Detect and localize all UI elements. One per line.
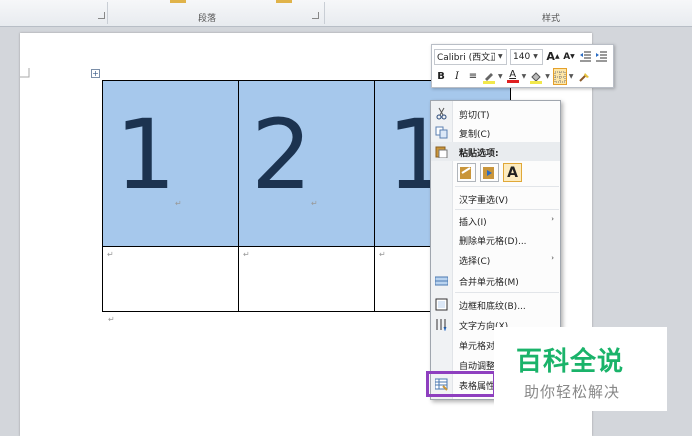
- menu-item-label: 汉字重选(V): [459, 196, 509, 206]
- paragraph-dialog-launcher-icon[interactable]: [312, 12, 319, 19]
- cell-end-mark: ↵: [311, 199, 318, 208]
- watermark: 百科全说 助你轻松解决: [494, 327, 667, 411]
- margin-corner-mark: [20, 68, 30, 78]
- ribbon-icon-fragment: [276, 0, 292, 3]
- menu-separator: [455, 209, 559, 210]
- paste-text-icon: A: [507, 164, 518, 181]
- menu-item-insert[interactable]: 插入(I) ›: [431, 211, 560, 230]
- italic-icon: I: [455, 71, 459, 82]
- menu-item-label: 粘贴选项:: [459, 149, 499, 159]
- watermark-subtitle: 助你轻松解决: [524, 383, 621, 401]
- paragraph-mark: ↵: [108, 315, 115, 324]
- menu-item-label: 合并单元格(M): [459, 278, 519, 288]
- ribbon-icon-fragment: [170, 0, 186, 3]
- decrease-indent-button[interactable]: [578, 48, 592, 65]
- group-separator: [324, 2, 325, 24]
- menu-item-merge-cells[interactable]: 合并单元格(M): [431, 271, 560, 290]
- grow-font-button[interactable]: A ▲: [546, 48, 560, 65]
- menu-item-borders-shading[interactable]: 边框和底纹(B)...: [431, 295, 560, 314]
- highlight-button[interactable]: [482, 68, 496, 85]
- cell-number: 2: [251, 99, 313, 211]
- menu-item-select[interactable]: 选择(C) ›: [431, 250, 560, 269]
- mini-toolbar: Calibri (西文正 ▼ 140 ▼ A▲ A▼ B I ≡ ▼ A ▼: [431, 44, 614, 88]
- paste-keep-formatting-button[interactable]: [457, 163, 476, 182]
- chevron-down-icon[interactable]: ▼: [569, 73, 574, 80]
- paste-options-row: A: [457, 163, 526, 182]
- highlight-annotation: [426, 371, 496, 397]
- borders-icon: [435, 298, 448, 311]
- cell-end-mark: ↵: [243, 250, 250, 259]
- shrink-font-icon: A: [563, 51, 571, 62]
- shrink-font-button[interactable]: A ▼: [562, 48, 576, 65]
- submenu-arrow-icon: ›: [551, 215, 554, 223]
- increase-indent-button[interactable]: [594, 48, 608, 65]
- bold-icon: B: [437, 71, 445, 82]
- highlighter-icon: [483, 72, 495, 84]
- chevron-down-icon: ▼: [498, 53, 503, 60]
- menu-item-reconvert[interactable]: 汉字重选(V): [431, 189, 560, 208]
- italic-button[interactable]: I: [450, 68, 464, 85]
- paste-merge-formatting-button[interactable]: [480, 163, 499, 182]
- font-color-icon: A: [509, 69, 517, 80]
- styles-group-label: 样式: [542, 14, 561, 24]
- dialog-launcher-icon[interactable]: [98, 12, 105, 19]
- table-cell[interactable]: 1 ↵: [102, 80, 239, 247]
- chevron-down-icon[interactable]: ▼: [545, 73, 550, 80]
- menu-item-label: 剪切(T): [459, 111, 490, 121]
- ribbon: 段落 样式: [0, 0, 692, 27]
- format-painter-icon: [578, 72, 589, 82]
- format-painter-button[interactable]: [577, 68, 591, 85]
- menu-separator: [455, 292, 559, 293]
- scissors-icon: [436, 107, 447, 120]
- font-name-value: Calibri (西文正: [437, 53, 495, 63]
- font-size-combo[interactable]: 140 ▼: [510, 48, 543, 65]
- paste-keep-source-icon: [460, 167, 471, 179]
- group-separator: [107, 2, 108, 24]
- submenu-arrow-icon: ›: [551, 254, 554, 262]
- paste-text-only-button[interactable]: A: [503, 163, 522, 182]
- decrease-indent-icon: [580, 51, 591, 62]
- menu-item-label: 插入(I): [459, 218, 487, 228]
- text-direction-icon: [436, 319, 447, 331]
- menu-item-label: 删除单元格(D)...: [459, 237, 527, 247]
- paste-merge-icon: [483, 167, 494, 179]
- grow-font-icon: A: [546, 50, 555, 63]
- chevron-down-icon[interactable]: ▼: [522, 73, 527, 80]
- copy-icon: [435, 126, 448, 139]
- align-center-icon: ≡: [468, 71, 478, 82]
- bold-button[interactable]: B: [434, 68, 448, 85]
- cell-number: 1: [115, 99, 177, 211]
- cell-end-mark: ↵: [379, 250, 386, 259]
- cell-end-mark: ↵: [175, 199, 182, 208]
- table-move-handle-icon[interactable]: +: [91, 69, 100, 78]
- menu-item-label: 复制(C): [459, 130, 491, 140]
- menu-separator: [455, 186, 559, 187]
- font-size-value: 140: [513, 51, 531, 62]
- paragraph-group-label: 段落: [198, 14, 217, 24]
- table-borders-icon: [554, 71, 566, 82]
- menu-item-label: 选择(C): [459, 257, 491, 267]
- menu-item-copy[interactable]: 复制(C): [431, 123, 560, 142]
- table-cell[interactable]: ↵: [102, 246, 239, 312]
- paint-bucket-icon: [530, 71, 543, 84]
- font-color-button[interactable]: A: [506, 68, 520, 85]
- menu-item-delete-cells[interactable]: 删除单元格(D)...: [431, 230, 560, 249]
- cell-end-mark: ↵: [107, 250, 114, 259]
- chevron-down-icon: ▼: [533, 53, 538, 60]
- paste-icon: [435, 146, 448, 158]
- font-name-combo[interactable]: Calibri (西文正 ▼: [434, 48, 507, 65]
- table-cell[interactable]: 2 ↵: [238, 80, 375, 247]
- watermark-title: 百科全说: [516, 347, 625, 377]
- center-align-button[interactable]: ≡: [466, 68, 480, 85]
- merge-cells-icon: [435, 276, 448, 286]
- menu-item-label: 边框和底纹(B)...: [459, 302, 526, 312]
- increase-indent-icon: [596, 51, 607, 62]
- menu-section-paste-options: 粘贴选项:: [431, 142, 560, 161]
- shading-button[interactable]: [529, 68, 543, 85]
- chevron-down-icon[interactable]: ▼: [498, 73, 503, 80]
- table-cell[interactable]: ↵: [238, 246, 375, 312]
- menu-item-cut[interactable]: 剪切(T): [431, 104, 560, 123]
- borders-button[interactable]: [552, 68, 567, 85]
